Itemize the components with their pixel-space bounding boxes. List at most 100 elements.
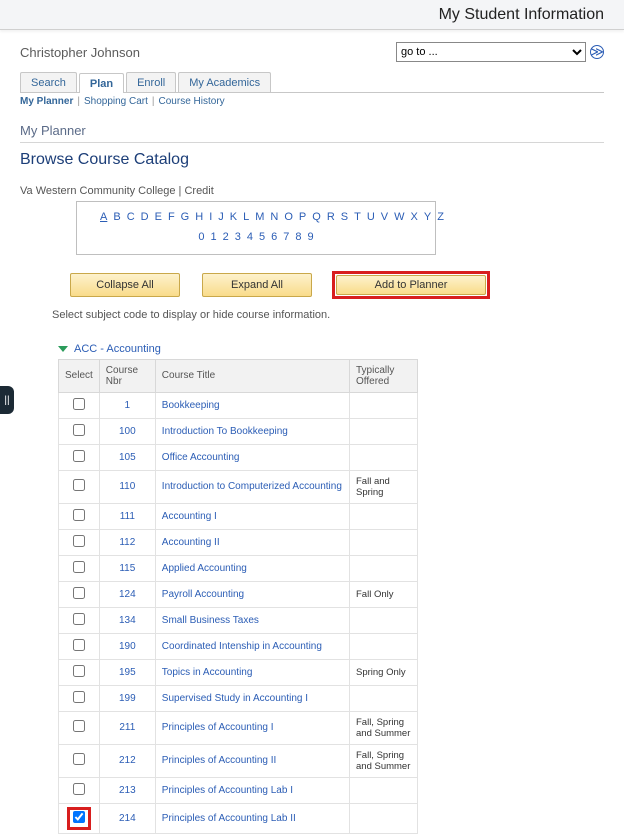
num-link-7[interactable]: 7	[283, 231, 289, 243]
cell-course-nbr[interactable]: 134	[99, 607, 155, 633]
tab-plan[interactable]: Plan	[79, 73, 124, 93]
select-checkbox[interactable]	[73, 450, 85, 462]
num-link-3[interactable]: 3	[235, 231, 241, 243]
select-checkbox[interactable]	[73, 561, 85, 573]
alpha-link-w[interactable]: W	[394, 211, 404, 223]
alpha-link-g[interactable]: G	[181, 211, 190, 223]
tab-my-academics[interactable]: My Academics	[178, 72, 271, 92]
cell-course-nbr[interactable]: 213	[99, 777, 155, 803]
select-checkbox[interactable]	[73, 398, 85, 410]
subnav-my-planner[interactable]: My Planner	[20, 96, 73, 107]
course-title-link[interactable]: Principles of Accounting II	[162, 755, 277, 766]
select-checkbox[interactable]	[73, 691, 85, 703]
cell-course-nbr[interactable]: 115	[99, 555, 155, 581]
course-title-link[interactable]: Supervised Study in Accounting I	[162, 693, 308, 704]
tab-search[interactable]: Search	[20, 72, 77, 92]
alpha-link-f[interactable]: F	[168, 211, 175, 223]
num-link-5[interactable]: 5	[259, 231, 265, 243]
alpha-link-h[interactable]: H	[195, 211, 203, 223]
expand-all-button[interactable]: Expand All	[202, 273, 312, 297]
course-title-link[interactable]: Bookkeeping	[162, 400, 220, 411]
num-link-6[interactable]: 6	[271, 231, 277, 243]
num-link-9[interactable]: 9	[308, 231, 314, 243]
subject-header[interactable]: ACC - Accounting	[58, 343, 604, 355]
cell-course-nbr[interactable]: 124	[99, 581, 155, 607]
num-link-2[interactable]: 2	[223, 231, 229, 243]
alpha-link-z[interactable]: Z	[437, 211, 444, 223]
cell-course-title: Principles of Accounting Lab II	[155, 803, 349, 833]
select-checkbox[interactable]	[73, 720, 85, 732]
select-checkbox[interactable]	[73, 479, 85, 491]
subnav-course-history[interactable]: Course History	[159, 96, 225, 107]
select-checkbox[interactable]	[73, 535, 85, 547]
course-title-link[interactable]: Small Business Taxes	[162, 615, 259, 626]
alpha-link-e[interactable]: E	[155, 211, 162, 223]
alpha-link-i[interactable]: I	[209, 211, 212, 223]
cell-course-nbr[interactable]: 105	[99, 444, 155, 470]
course-title-link[interactable]: Introduction to Computerized Accounting	[162, 481, 342, 492]
alpha-link-d[interactable]: D	[141, 211, 149, 223]
course-title-link[interactable]: Coordinated Intenship in Accounting	[162, 641, 322, 652]
alpha-link-s[interactable]: S	[341, 211, 348, 223]
alpha-link-u[interactable]: U	[367, 211, 375, 223]
alpha-link-b[interactable]: B	[113, 211, 120, 223]
select-checkbox[interactable]	[73, 783, 85, 795]
alpha-link-o[interactable]: O	[284, 211, 293, 223]
course-title-link[interactable]: Principles of Accounting Lab I	[162, 785, 293, 796]
alpha-link-x[interactable]: X	[411, 211, 418, 223]
go-icon[interactable]: ≫	[590, 45, 604, 59]
cell-course-nbr[interactable]: 111	[99, 503, 155, 529]
num-link-0[interactable]: 0	[198, 231, 204, 243]
alpha-link-n[interactable]: N	[270, 211, 278, 223]
collapse-all-button[interactable]: Collapse All	[70, 273, 180, 297]
select-checkbox[interactable]	[73, 811, 85, 823]
select-checkbox[interactable]	[73, 509, 85, 521]
tab-enroll[interactable]: Enroll	[126, 72, 176, 92]
select-checkbox[interactable]	[73, 424, 85, 436]
add-to-planner-button[interactable]: Add to Planner	[336, 275, 486, 295]
course-title-link[interactable]: Office Accounting	[162, 452, 240, 463]
cell-course-nbr[interactable]: 214	[99, 803, 155, 833]
cell-course-nbr[interactable]: 195	[99, 659, 155, 685]
cell-course-title: Applied Accounting	[155, 555, 349, 581]
subnav-shopping-cart[interactable]: Shopping Cart	[84, 96, 148, 107]
alpha-link-a[interactable]: A	[100, 211, 107, 223]
select-checkbox[interactable]	[73, 613, 85, 625]
cell-course-nbr[interactable]: 199	[99, 685, 155, 711]
num-link-8[interactable]: 8	[295, 231, 301, 243]
course-title-link[interactable]: Principles of Accounting I	[162, 722, 274, 733]
course-title-link[interactable]: Accounting II	[162, 537, 220, 548]
course-title-link[interactable]: Applied Accounting	[162, 563, 247, 574]
select-checkbox[interactable]	[73, 639, 85, 651]
alpha-link-c[interactable]: C	[127, 211, 135, 223]
select-checkbox[interactable]	[73, 587, 85, 599]
select-checkbox[interactable]	[73, 665, 85, 677]
cell-course-nbr[interactable]: 110	[99, 470, 155, 503]
alpha-link-q[interactable]: Q	[312, 211, 321, 223]
alpha-link-j[interactable]: J	[218, 211, 224, 223]
alpha-link-k[interactable]: K	[230, 211, 237, 223]
select-checkbox[interactable]	[73, 753, 85, 765]
course-title-link[interactable]: Topics in Accounting	[162, 667, 253, 678]
alpha-link-v[interactable]: V	[381, 211, 388, 223]
num-link-4[interactable]: 4	[247, 231, 253, 243]
num-link-1[interactable]: 1	[211, 231, 217, 243]
cell-course-nbr[interactable]: 212	[99, 744, 155, 777]
cell-course-nbr[interactable]: 100	[99, 418, 155, 444]
alpha-link-y[interactable]: Y	[424, 211, 431, 223]
goto-select[interactable]: go to ...	[396, 42, 586, 62]
cell-course-nbr[interactable]: 190	[99, 633, 155, 659]
course-title-link[interactable]: Payroll Accounting	[162, 589, 244, 600]
cell-course-nbr[interactable]: 1	[99, 392, 155, 418]
alpha-link-m[interactable]: M	[255, 211, 264, 223]
alpha-link-t[interactable]: T	[354, 211, 361, 223]
alpha-link-l[interactable]: L	[243, 211, 249, 223]
cell-course-nbr[interactable]: 112	[99, 529, 155, 555]
course-title-link[interactable]: Accounting I	[162, 511, 217, 522]
course-title-link[interactable]: Introduction To Bookkeeping	[162, 426, 288, 437]
course-title-link[interactable]: Principles of Accounting Lab II	[162, 813, 296, 824]
cell-course-nbr[interactable]: 211	[99, 711, 155, 744]
side-drawer-handle[interactable]: ||	[0, 386, 14, 414]
alpha-link-r[interactable]: R	[327, 211, 335, 223]
alpha-link-p[interactable]: P	[299, 211, 306, 223]
